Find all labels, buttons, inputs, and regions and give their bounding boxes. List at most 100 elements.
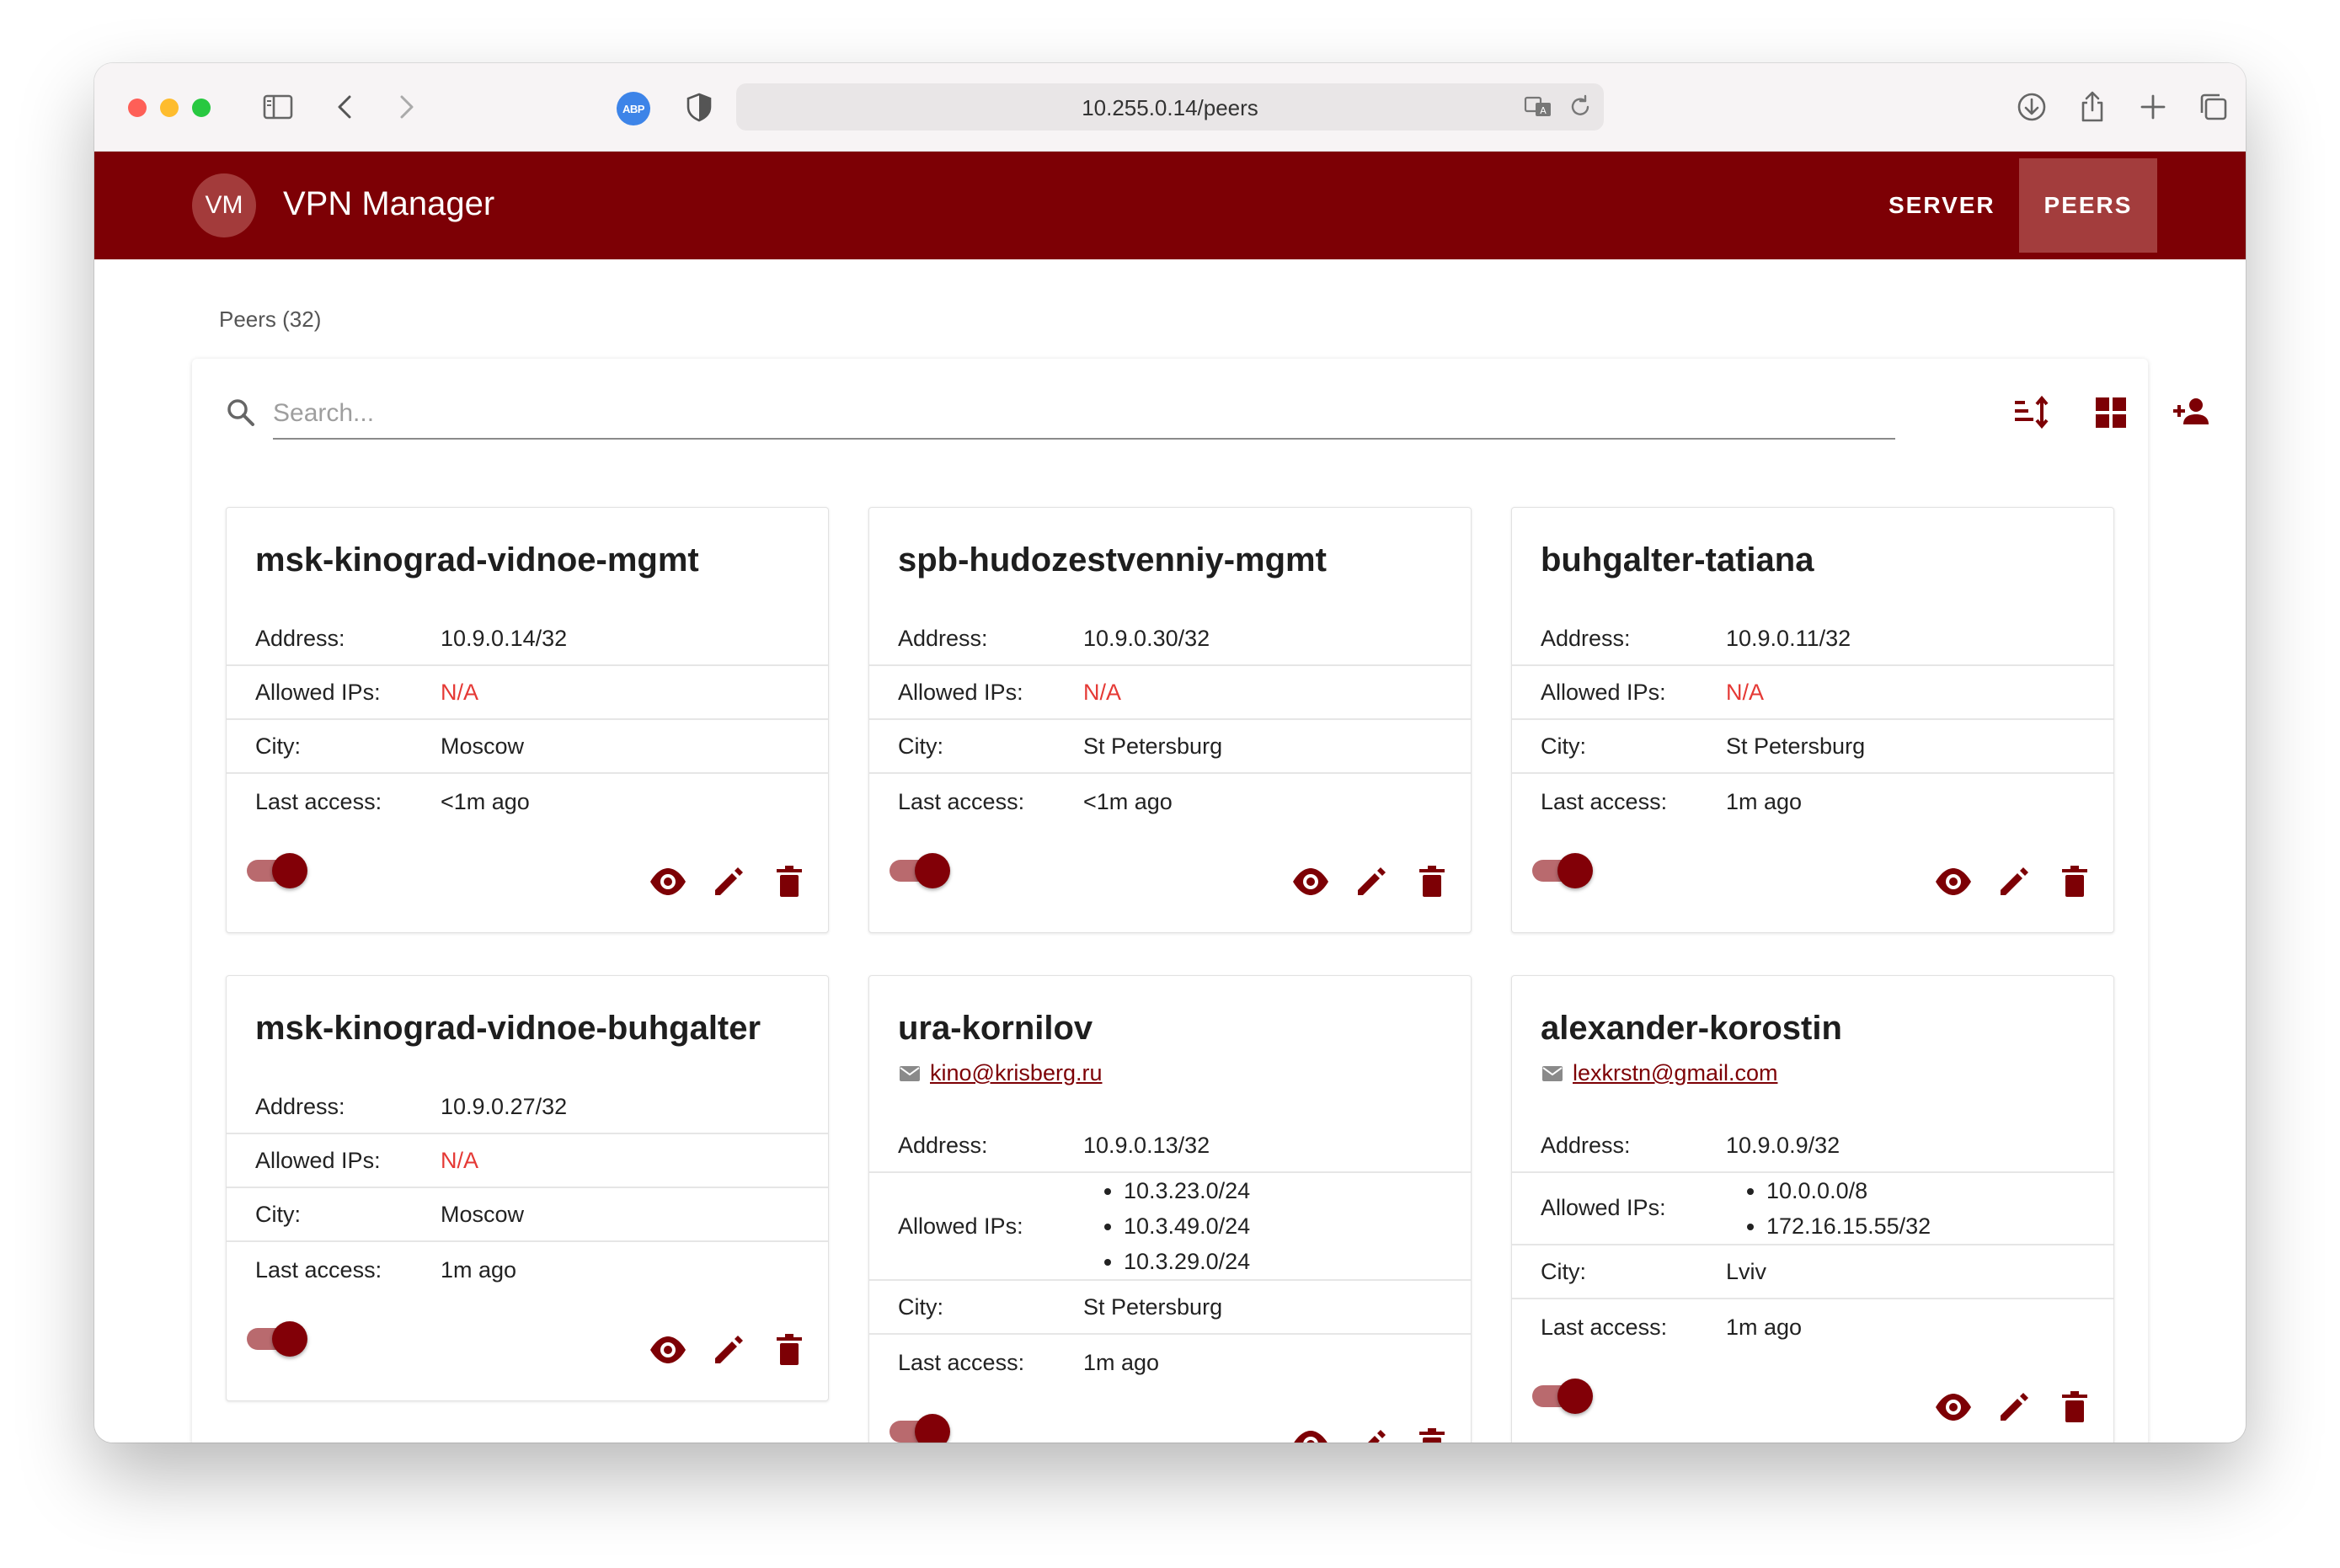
peer-name: msk-kinograd-vidnoe-buhgalter	[255, 1010, 761, 1047]
city-row: City: Moscow	[227, 1187, 828, 1240]
view-icon[interactable]	[1933, 861, 1974, 902]
last-access-value: <1m ago	[441, 789, 530, 814]
download-icon[interactable]	[2013, 88, 2050, 125]
sort-icon[interactable]	[2008, 391, 2052, 435]
last-access-value: 1m ago	[1083, 1350, 1160, 1375]
edit-icon[interactable]	[708, 861, 749, 902]
edit-icon[interactable]	[1351, 1424, 1392, 1443]
peers-panel: msk-kinograd-vidnoe-mgmt Address: 10.9.0…	[192, 359, 2209, 1443]
address-label: Address:	[255, 1094, 345, 1119]
forward-icon[interactable]	[387, 88, 425, 125]
new-tab-icon[interactable]	[2134, 88, 2172, 125]
nav-peers-button[interactable]: PEERS	[2019, 158, 2157, 253]
address-row: Address: 10.9.0.13/32	[869, 1117, 1471, 1170]
last-access-value: 1m ago	[441, 1257, 517, 1283]
search-input[interactable]	[273, 389, 1895, 440]
peer-name: msk-kinograd-vidnoe-mgmt	[255, 541, 699, 579]
browser-toolbar: ABP 10.255.0.14/peers A	[94, 63, 2246, 152]
city-value: Moscow	[441, 733, 525, 759]
view-icon[interactable]	[648, 861, 688, 902]
peer-email-link[interactable]: kino@krisberg.ru	[930, 1060, 1102, 1086]
allowed-ip-item: 172.16.15.55/32	[1766, 1208, 1931, 1244]
edit-icon[interactable]	[1351, 861, 1392, 902]
address-value: 10.9.0.13/32	[1083, 1133, 1210, 1158]
edit-icon[interactable]	[1994, 861, 2034, 902]
last-access-row: Last access: <1m ago	[869, 772, 1471, 826]
allowed-ips-row: Allowed IPs: N/A	[1512, 664, 2113, 718]
avatar[interactable]: VM	[192, 173, 256, 237]
city-row: City: St Petersburg	[1512, 718, 2113, 772]
view-icon[interactable]	[1290, 1424, 1331, 1443]
main-content: Peers (32) msk-kinograd-vidnoe-mgmt Addr…	[94, 259, 2246, 1443]
allowed-ips-row: Allowed IPs: N/A	[227, 1133, 828, 1187]
back-icon[interactable]	[327, 88, 364, 125]
last-access-row: Last access: 1m ago	[1512, 772, 2113, 826]
edit-icon[interactable]	[708, 1330, 749, 1370]
address-value: 10.9.0.30/32	[1083, 626, 1210, 651]
address-row: Address: 10.9.0.30/32	[869, 612, 1471, 664]
view-icon[interactable]	[1290, 861, 1331, 902]
adblock-icon[interactable]: ABP	[617, 92, 650, 125]
tabs-overview-icon[interactable]	[2195, 88, 2232, 125]
allowed-ip-item: 10.3.29.0/24	[1124, 1244, 1250, 1279]
enable-toggle[interactable]	[886, 853, 950, 888]
city-value: St Petersburg	[1083, 1294, 1223, 1320]
city-label: City:	[1541, 1259, 1586, 1284]
allowed-ip-item: 10.3.49.0/24	[1124, 1208, 1250, 1244]
city-value: Lviv	[1726, 1259, 1767, 1284]
view-icon[interactable]	[648, 1330, 688, 1370]
privacy-shield-icon[interactable]	[681, 88, 718, 125]
delete-icon[interactable]	[769, 861, 809, 902]
delete-icon[interactable]	[769, 1330, 809, 1370]
allowed-ips-value: N/A	[441, 1148, 479, 1173]
address-value: 10.9.0.14/32	[441, 626, 568, 651]
zoom-window-button[interactable]	[192, 99, 211, 117]
delete-icon[interactable]	[2054, 1387, 2095, 1427]
city-label: City:	[255, 733, 301, 759]
address-value: 10.9.0.9/32	[1726, 1133, 1840, 1158]
peer-name: spb-hudozestvenniy-mgmt	[898, 541, 1327, 579]
delete-icon[interactable]	[2054, 861, 2095, 902]
enable-toggle[interactable]	[1529, 853, 1593, 888]
close-window-button[interactable]	[128, 99, 147, 117]
city-label: City:	[898, 1294, 943, 1320]
grid-view-icon[interactable]	[2089, 391, 2133, 435]
address-label: Address:	[898, 626, 988, 651]
translate-icon[interactable]: A	[1520, 88, 1557, 125]
app-title[interactable]: VPN Manager	[283, 185, 494, 223]
peer-card: buhgalter-tatiana Address: 10.9.0.11/32 …	[1511, 507, 2114, 933]
address-row: Address: 10.9.0.27/32	[227, 1080, 828, 1133]
allowed-ips-row: Allowed IPs: N/A	[227, 664, 828, 718]
page-title: Peers (32)	[219, 307, 322, 332]
address-bar[interactable]: 10.255.0.14/peers A	[736, 83, 1604, 131]
share-icon[interactable]	[2074, 88, 2111, 125]
city-row: City: Lviv	[1512, 1244, 2113, 1298]
allowed-ips-label: Allowed IPs:	[898, 1213, 1023, 1239]
nav-server-button[interactable]: SERVER	[1860, 158, 2024, 253]
enable-toggle[interactable]	[1529, 1379, 1593, 1414]
minimize-window-button[interactable]	[160, 99, 179, 117]
city-label: City:	[898, 733, 943, 759]
last-access-label: Last access:	[898, 1350, 1025, 1375]
peer-email-link[interactable]: lexkrstn@gmail.com	[1573, 1060, 1777, 1086]
edit-icon[interactable]	[1994, 1387, 2034, 1427]
peer-card: ura-kornilov kino@krisberg.ru Address: 1…	[868, 975, 1472, 1443]
allowed-ips-label: Allowed IPs:	[898, 680, 1023, 705]
view-icon[interactable]	[1933, 1387, 1974, 1427]
address-row: Address: 10.9.0.14/32	[227, 612, 828, 664]
reload-icon[interactable]	[1562, 88, 1599, 125]
sidebar-icon[interactable]	[259, 88, 297, 125]
address-row: Address: 10.9.0.9/32	[1512, 1117, 2113, 1170]
allowed-ips-value: N/A	[1726, 680, 1765, 705]
address-label: Address:	[1541, 1133, 1631, 1158]
svg-text:A: A	[1540, 105, 1547, 116]
allowed-ips-row: Allowed IPs: 10.0.0.0/8 172.16.15.55/32	[1512, 1171, 2113, 1244]
peer-card: spb-hudozestvenniy-mgmt Address: 10.9.0.…	[868, 507, 1472, 933]
delete-icon[interactable]	[1412, 1424, 1452, 1443]
enable-toggle[interactable]	[243, 853, 307, 888]
add-peer-icon[interactable]	[2170, 391, 2214, 435]
enable-toggle[interactable]	[243, 1321, 307, 1357]
allowed-ips-value: N/A	[1083, 680, 1122, 705]
enable-toggle[interactable]	[886, 1414, 950, 1443]
delete-icon[interactable]	[1412, 861, 1452, 902]
